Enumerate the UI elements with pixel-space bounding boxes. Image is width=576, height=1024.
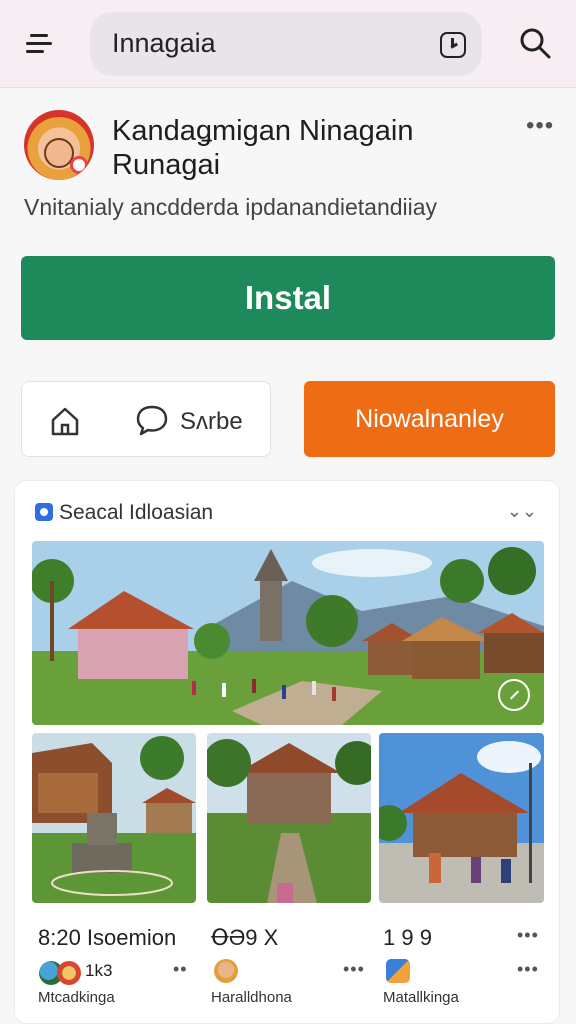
item-more-icon[interactable]: ••• [343,959,365,980]
menu-line [26,50,44,53]
expand-photo-button[interactable] [498,679,530,711]
item-caption: ꝊƏ9 X [211,925,279,950]
search-icon[interactable] [518,26,552,60]
expand-chevron-icon[interactable]: ⌄⌄ [507,501,537,522]
share-label[interactable]: Sʌrbe [180,408,243,436]
avatar [386,959,410,983]
temple-scene-image [32,541,544,725]
app-title: Kandaǥmigan Ninagain Runagai [112,115,414,181]
item-more-icon[interactable]: ••• [517,925,539,946]
home-icon[interactable] [48,404,82,438]
search-bar[interactable]: Innagaia [90,12,482,76]
action-group: Sʌrbe [21,381,271,457]
top-app-bar: Innagaia [0,0,576,88]
author-name[interactable]: Mtcadkinga [38,989,115,1006]
app-subtitle: Vnitanialy ancdderda ipdanandietandiiay [24,194,438,220]
secondary-action-button[interactable]: Niowalnanley [304,381,555,457]
item-caption: 1 9 9 [383,925,432,950]
gallery-title: Seacal Idloasian [59,501,214,524]
share-icon[interactable] [134,402,170,438]
menu-icon[interactable] [22,30,54,58]
menu-line [30,34,48,37]
author-name[interactable]: Haralldhona [211,989,292,1006]
avatar [214,959,238,983]
pavilion-image [379,733,544,903]
more-options-icon[interactable]: ••• [526,112,554,140]
item-more-icon[interactable]: •• [173,959,188,980]
clock-icon[interactable] [440,32,466,58]
main-photo[interactable] [32,541,544,725]
thumbnail-photo[interactable] [207,733,371,903]
like-count: 1k3 [85,961,113,980]
avatar [57,961,81,985]
location-icon [35,503,53,521]
menu-line [26,42,52,45]
shrine-garden-image [32,733,196,903]
search-query[interactable]: Innagaia [112,28,216,59]
item-caption: 8:20 Isoemion [38,925,177,950]
thumbnail-photo[interactable] [379,733,544,903]
item-more-icon[interactable]: ••• [517,959,539,980]
install-button[interactable]: Instal [21,256,555,340]
app-logo [24,110,94,180]
app-logo-badge [70,156,88,174]
thumbnail-photo[interactable] [32,733,196,903]
gallery-card: Seacal Idloasian ⌄⌄ 8:20 Isoemion ꝊƏ9 X … [14,480,560,1024]
author-name[interactable]: Matallkinga [383,989,459,1006]
temple-path-image [207,733,371,903]
